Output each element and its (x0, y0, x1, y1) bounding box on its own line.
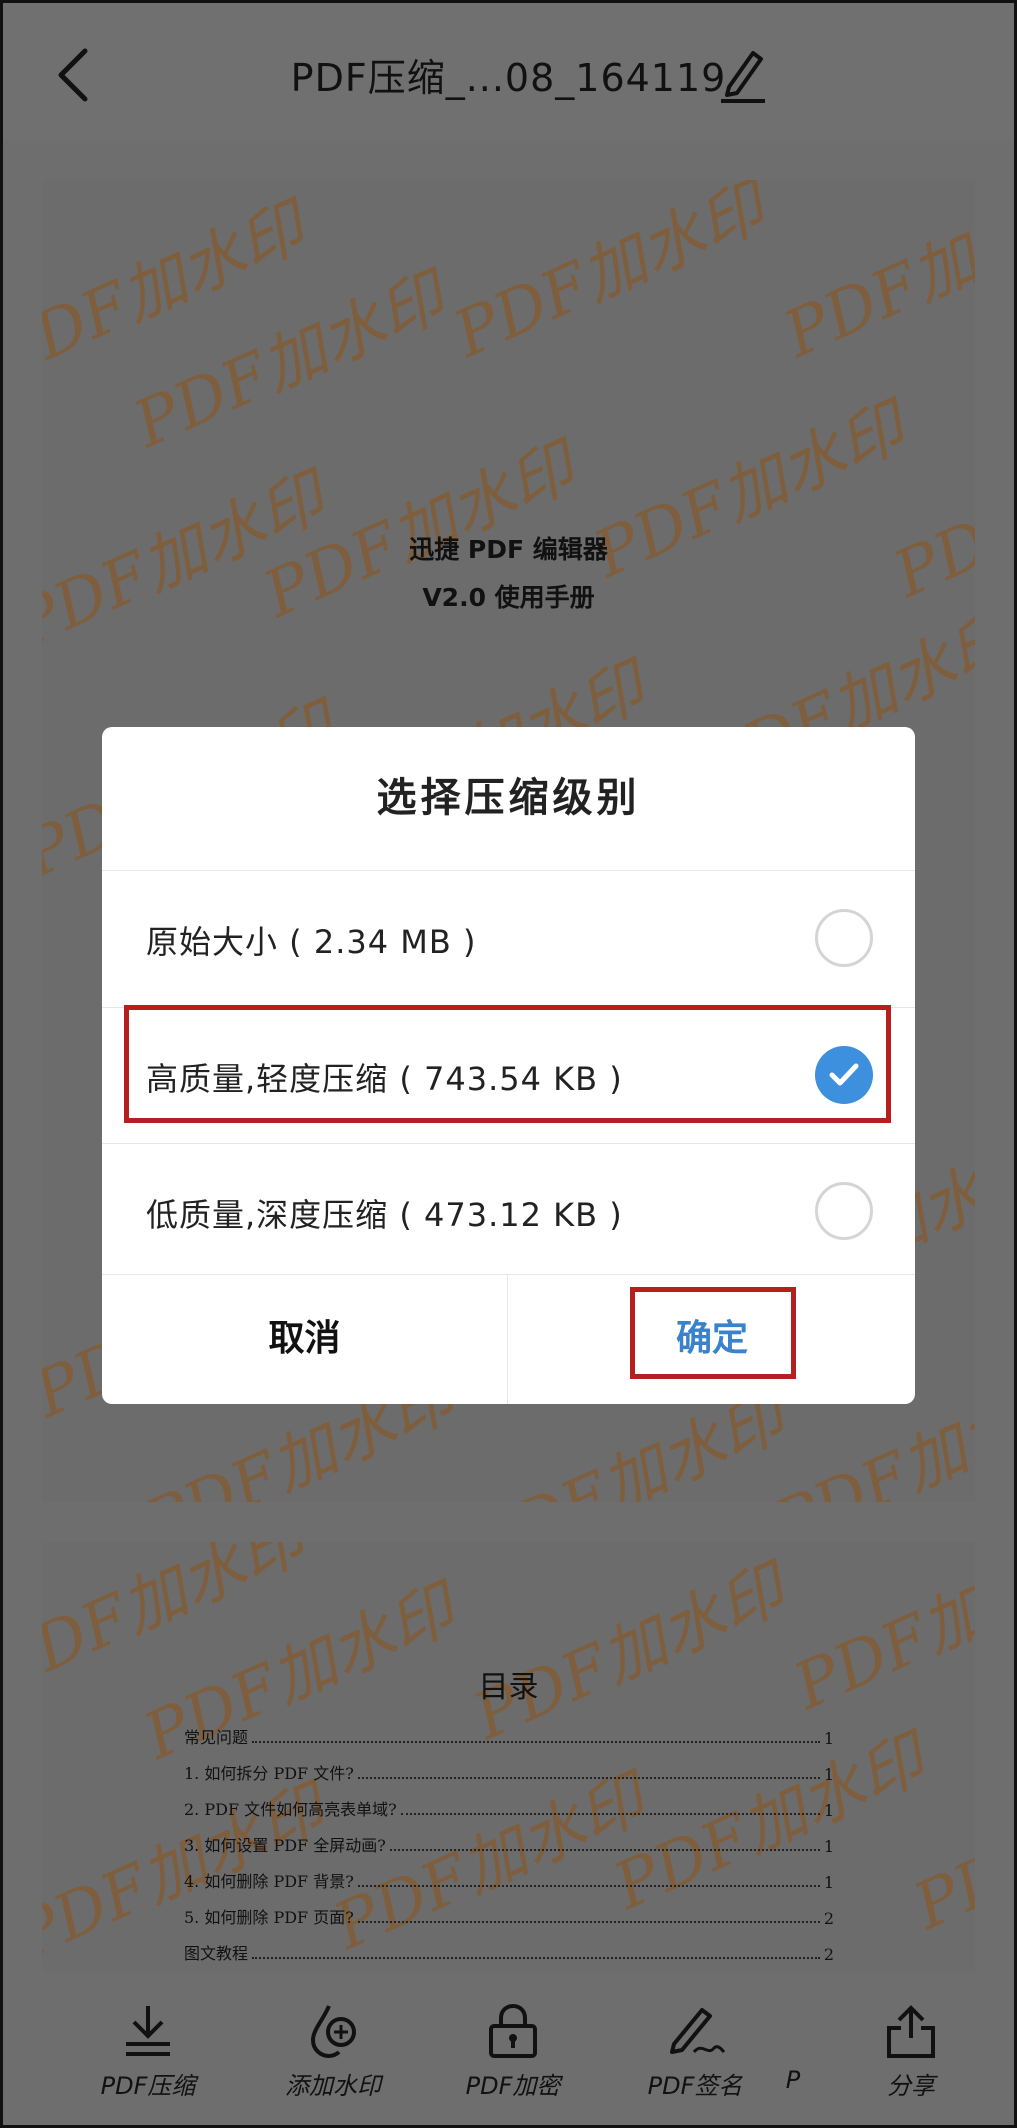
toolbar-label: 添加水印 (285, 2072, 381, 2100)
toc-row[interactable]: 5. 如何删除 PDF 页面? 2 (184, 1892, 834, 1928)
toc-title: 目录 (478, 1670, 539, 1705)
doc-title: 迅捷 PDF 编辑器 (409, 535, 608, 564)
watermark: PDF加水印 (443, 180, 776, 373)
toc-row[interactable]: 图文教程 2 (184, 1928, 834, 1964)
share-icon (887, 2005, 935, 2058)
drop-plus-icon (310, 2005, 356, 2058)
watermark: PDF加水印 (773, 180, 975, 373)
option-label: 原始大小 ( 2.34 MB ) (146, 923, 477, 961)
document-title: PDF压缩_...08_164119 (290, 56, 727, 100)
dialog-title: 选择压缩级别 (376, 775, 641, 821)
toc-row[interactable]: 1. 如何拆分 PDF 文件? 1 (184, 1748, 834, 1784)
toolbar-pdf-sign[interactable]: PDF签名 (615, 2004, 775, 2101)
table-of-contents: 常见问题 1 1. 如何拆分 PDF 文件? 1 2. PDF 文件如何高亮表单域?… (184, 1712, 834, 1964)
toc-row[interactable]: 常见问题 1 (184, 1712, 834, 1748)
toolbar-label: PDF加密 (465, 2072, 561, 2100)
cancel-button[interactable]: 取消 (102, 1275, 508, 1404)
doc-subtitle: V2.0 使用手册 (422, 583, 595, 612)
compression-level-dialog: 选择压缩级别 原始大小 ( 2.34 MB ) 高质量,轻度压缩 ( 743.5… (102, 727, 915, 1404)
toolbar-share[interactable]: 分享 (831, 2004, 991, 2101)
app-header: PDF压缩_...08_164119 (3, 3, 1014, 141)
option-label: 低质量,深度压缩 ( 473.12 KB ) (146, 1196, 623, 1234)
lock-icon (489, 2004, 537, 2058)
edit-pencil-icon[interactable] (719, 47, 767, 103)
toolbar-partial-item[interactable]: P (773, 2066, 813, 2094)
toolbar-label: PDF签名 (647, 2072, 743, 2100)
option-original-size[interactable]: 原始大小 ( 2.34 MB ) (102, 870, 915, 1006)
toc-row[interactable]: 3. 如何设置 PDF 全屏动画? 1 (184, 1820, 834, 1856)
toolbar-pdf-compress[interactable]: PDF压缩 (68, 2004, 228, 2101)
toolbar-add-watermark[interactable]: 添加水印 (253, 2004, 413, 2101)
toolbar-label: 分享 (887, 2072, 935, 2100)
download-icon (126, 2006, 170, 2056)
highlight-box-confirm (630, 1287, 796, 1379)
toc-row[interactable]: 2. PDF 文件如何高亮表单域? 1 (184, 1784, 834, 1820)
radio-unchecked[interactable] (815, 909, 873, 967)
toc-row[interactable]: 4. 如何删除 PDF 背景? 1 (184, 1856, 834, 1892)
signature-pen-icon (670, 2008, 726, 2054)
toolbar-label: PDF压缩 (100, 2072, 196, 2100)
toolbar-pdf-encrypt[interactable]: PDF加密 (433, 2004, 593, 2101)
option-low-quality[interactable]: 低质量,深度压缩 ( 473.12 KB ) (102, 1143, 915, 1279)
radio-unchecked[interactable] (815, 1182, 873, 1240)
highlight-box-option (124, 1005, 891, 1123)
bottom-toolbar: PDF压缩 添加水印 PDF加密 PDF签名 P 分享 (3, 1972, 1014, 2125)
document-page-2: PDF加水印 PDF加水印 PDF加水印 PDF加水印 PDF加水印 PDF加水… (42, 1542, 975, 1972)
toolbar-label: P (785, 2066, 801, 2094)
